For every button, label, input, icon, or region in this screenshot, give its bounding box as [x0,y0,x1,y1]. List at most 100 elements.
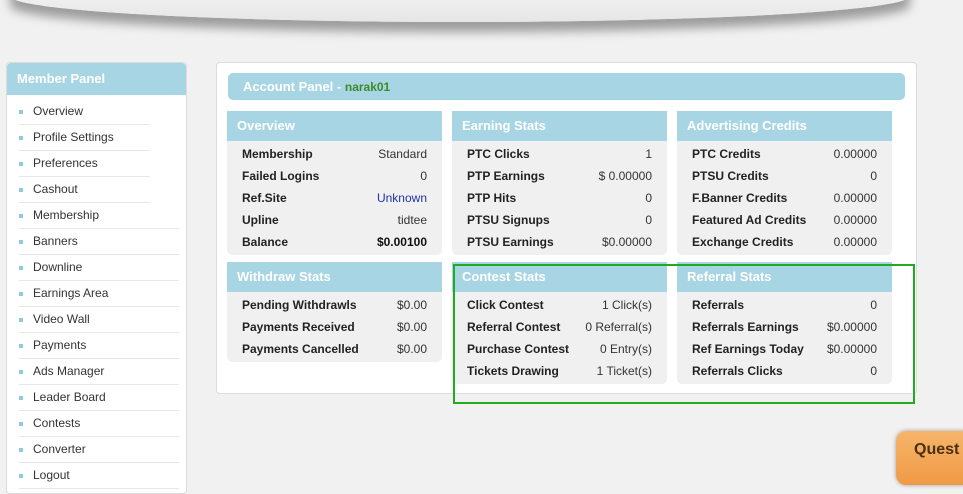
advertising-credits-title: Advertising Credits [677,111,892,141]
member-panel-menu: Overview Profile Settings Preferences Ca… [7,99,186,489]
sidebar-item-converter[interactable]: Converter [19,437,179,463]
stat-row-ptc-credits: PTC Credits 0.00000 [677,143,892,165]
bullet-icon [19,370,23,374]
earning-stats-title: Earning Stats [452,111,667,141]
stat-label: PTSU Earnings [467,235,554,249]
sidebar-item-label: Downline [33,260,83,274]
sidebar-item-label: Preferences [33,156,98,170]
sidebar-item-label: Profile Settings [33,130,114,144]
earning-stats-box: Earning Stats PTC Clicks 1 PTP Earnings $ … [452,111,667,255]
stat-label: Ref Earnings Today [692,342,804,356]
sidebar-item-label: Cashout [33,182,78,196]
quest-button[interactable]: Quest [896,431,963,485]
sidebar-item-profile-settings[interactable]: Profile Settings [19,125,150,151]
stat-label: Payments Received [242,320,355,334]
bullet-icon [19,474,23,478]
stat-value: 0 [645,191,652,205]
sidebar-item-label: Overview [33,104,84,118]
header-shadow-decoration [10,0,910,22]
stat-label: Purchase Contest [467,342,570,356]
sidebar-item-earnings-area[interactable]: Earnings Area [19,281,179,307]
sidebar-item-video-wall[interactable]: Video Wall [19,307,179,333]
stat-label: Pending Withdrawls [242,298,357,312]
stat-row-click-contest: Click Contest 1 Click(s) [452,294,667,316]
sidebar-item-label: Logout [33,468,70,482]
stat-value: 0.00000 [833,213,877,227]
bullet-icon [19,318,23,322]
title-separator: - [333,79,345,94]
stat-value: 1 Click(s) [602,298,652,312]
stat-label: Upline [242,213,279,227]
stat-row-fbanner-credits: F.Banner Credits 0.00000 [677,187,892,209]
sidebar-item-cashout[interactable]: Cashout [19,177,150,203]
contest-stats-box: Contest Stats Click Contest 1 Click(s) Re… [452,262,667,384]
stat-row-ptsu-signups: PTSU Signups 0 [452,209,667,231]
stat-value: 0 Entry(s) [599,342,652,356]
bullet-icon [19,422,23,426]
stat-label: Failed Logins [242,169,320,183]
sidebar-item-contests[interactable]: Contests [19,411,179,437]
stat-row-membership: Membership Standard [227,143,442,165]
sidebar-item-membership[interactable]: Membership [19,203,179,229]
sidebar-item-label: Membership [33,208,100,222]
stat-row-ref-site: Ref.Site Unknown [227,187,442,209]
stat-value: Standard [378,147,427,161]
contest-stats-title: Contest Stats [452,262,667,292]
account-panel-title: Account Panel [243,79,334,94]
sidebar-item-preferences[interactable]: Preferences [19,151,150,177]
bullet-icon [19,396,23,400]
stat-row-featured-ad-credits: Featured Ad Credits 0.00000 [677,209,892,231]
stat-label: Payments Cancelled [242,342,359,356]
stat-row-exchange-credits: Exchange Credits 0.00000 [677,231,892,253]
withdraw-stats-box: Withdraw Stats Pending Withdrawls $0.00 P… [227,262,442,362]
stat-row-payments-received: Payments Received $0.00 [227,316,442,338]
stat-value: $ 0.00000 [598,169,652,183]
sidebar-item-label: Converter [33,442,86,456]
stat-row-referral-contest: Referral Contest 0 Referral(s) [452,316,667,338]
stat-value: 1 Ticket(s) [596,364,652,378]
stat-label: Exchange Credits [692,235,794,249]
sidebar-item-label: Banners [33,234,78,248]
stat-label: PTSU Credits [692,169,769,183]
sidebar-item-logout[interactable]: Logout [19,463,179,489]
sidebar-item-ads-manager[interactable]: Ads Manager [19,359,179,385]
stat-label: Referral Contest [467,320,561,334]
referral-stats-body: Referrals 0 Referrals Earnings $0.00000 Re… [677,292,892,384]
stat-row-upline: Upline tidtee [227,209,442,231]
stat-value: 0 [870,364,877,378]
stat-label: Referrals Earnings [692,320,799,334]
stat-label: PTC Clicks [467,147,530,161]
bullet-icon [19,110,23,114]
stat-row-ptsu-earnings: PTSU Earnings $0.00000 [452,231,667,253]
stat-label: Featured Ad Credits [692,213,807,227]
stat-label: Click Contest [467,298,544,312]
stat-label: Referrals [692,298,745,312]
stat-value: 0.00000 [833,147,877,161]
sidebar-item-leader-board[interactable]: Leader Board [19,385,179,411]
stat-label: Balance [242,235,289,249]
stat-value: 1 [645,147,652,161]
stat-row-payments-cancelled: Payments Cancelled $0.00 [227,338,442,360]
sidebar-item-downline[interactable]: Downline [19,255,179,281]
sidebar-item-overview[interactable]: Overview [19,99,150,125]
account-username: narak01 [344,80,391,94]
sidebar-item-label: Video Wall [33,312,90,326]
stat-row-ptc-clicks: PTC Clicks 1 [452,143,667,165]
stat-label: PTP Earnings [467,169,545,183]
bullet-icon [19,162,23,166]
sidebar-item-payments[interactable]: Payments [19,333,179,359]
stat-value: 0 [420,169,427,183]
bullet-icon [19,240,23,244]
stat-label: Ref.Site [242,191,287,205]
sidebar-item-banners[interactable]: Banners [19,229,179,255]
ref-site-link[interactable]: Unknown [377,187,427,209]
stat-value: 0 [645,213,652,227]
stat-value: $0.00 [396,320,427,334]
stat-value: 0 [870,169,877,183]
sidebar-item-label: Ads Manager [33,364,105,378]
bullet-icon [19,292,23,296]
earning-stats-body: PTC Clicks 1 PTP Earnings $ 0.00000 PTP Hi… [452,141,667,255]
bullet-icon [19,266,23,270]
bullet-icon [19,214,23,218]
withdraw-stats-title: Withdraw Stats [227,262,442,292]
